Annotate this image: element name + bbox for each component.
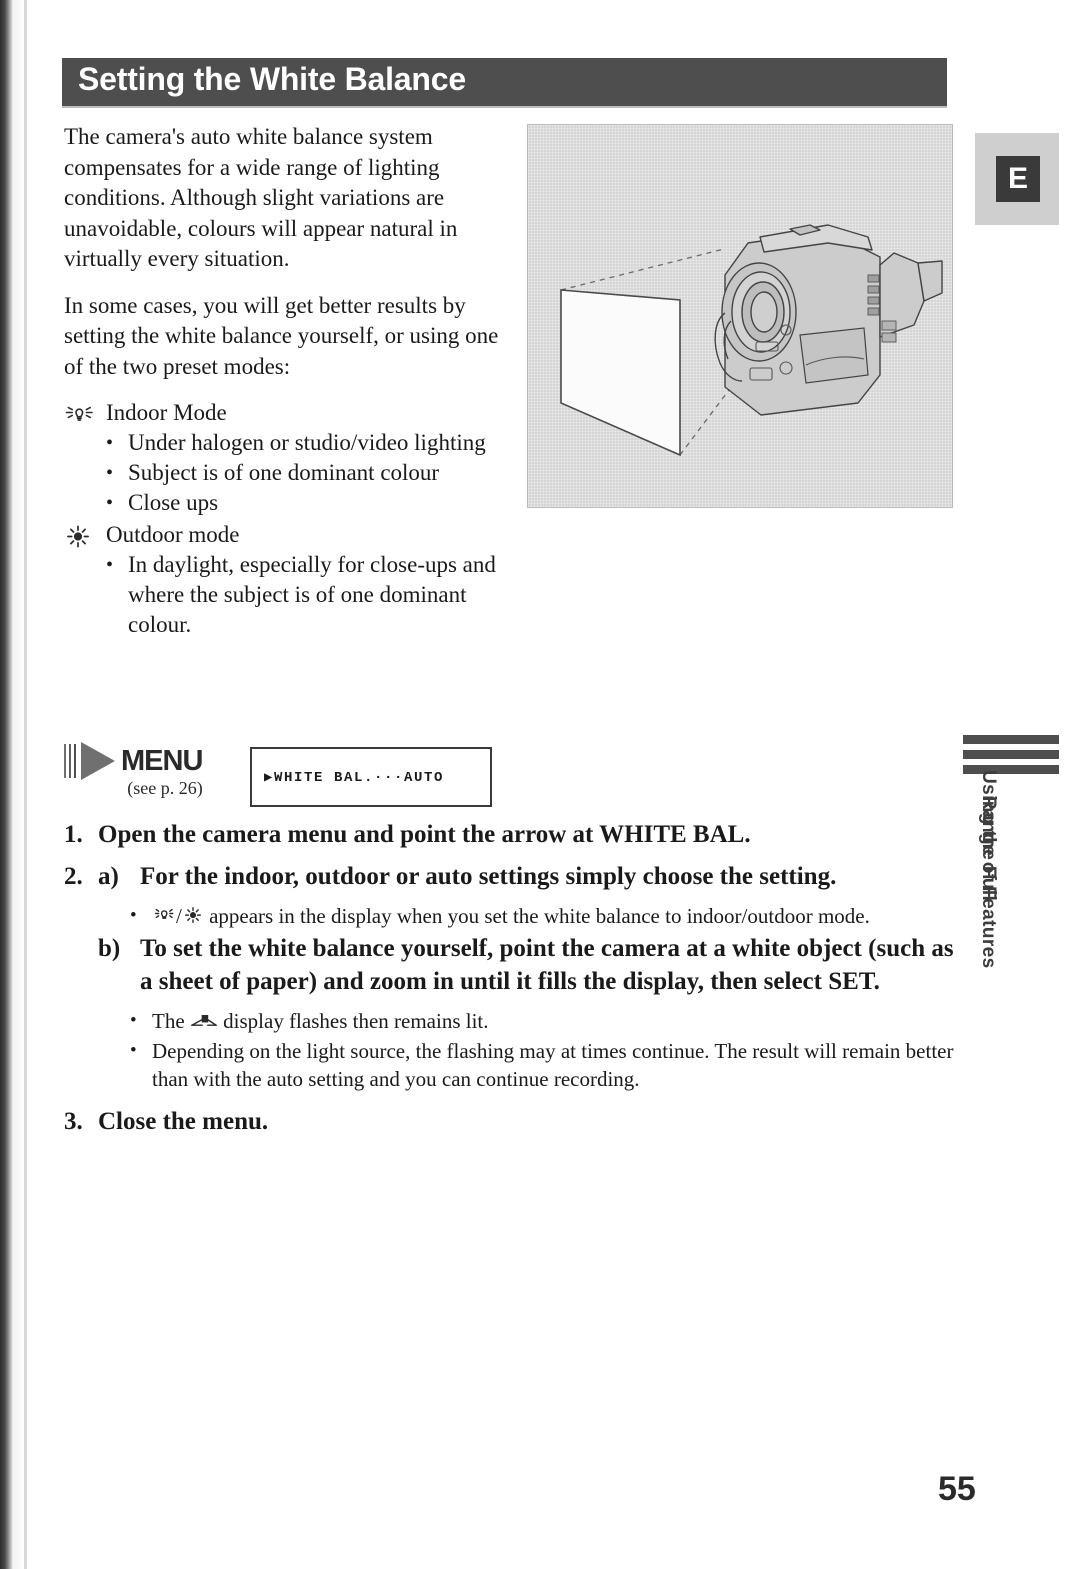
step-2a-note-text: appears in the display when you set the … bbox=[209, 904, 870, 928]
step-2b: b) To set the white balance yourself, po… bbox=[64, 932, 954, 998]
sun-icon bbox=[182, 904, 204, 932]
bullet-glyph: • bbox=[130, 1010, 137, 1031]
side-tab-chapter-label: Using the Full Range of Features bbox=[958, 770, 1018, 1018]
step-1-number: 1. bbox=[64, 821, 83, 848]
side-bar-1 bbox=[963, 735, 1059, 744]
mode-outdoor: Outdoor mode bbox=[64, 520, 510, 550]
play-triangle-icon bbox=[81, 742, 115, 780]
step-1-text: Open the camera menu and point the arrow… bbox=[98, 821, 751, 848]
step-2-number: 2. bbox=[64, 863, 83, 890]
camcorder-illustration bbox=[527, 124, 953, 508]
bullet-glyph: • bbox=[106, 432, 114, 454]
section-header-band: Setting the White Balance bbox=[62, 58, 947, 106]
step-2a-notes: • / appears in the display when you set … bbox=[64, 902, 954, 932]
menu-motion-bars-icon bbox=[64, 744, 79, 778]
language-badge-square: E bbox=[996, 156, 1040, 202]
mode-outdoor-bullets: • In daylight, especially for close-ups … bbox=[64, 550, 510, 640]
bullet-glyph: • bbox=[130, 1040, 137, 1061]
light-bulb-icon bbox=[152, 904, 176, 932]
left-text-column: The camera's auto white balance system c… bbox=[64, 122, 510, 640]
language-badge-label: E bbox=[1007, 162, 1028, 195]
step-3-number: 3. bbox=[64, 1108, 83, 1135]
step-2b-note1-before: The bbox=[152, 1009, 185, 1033]
menu-reference-row: MENU (see p. 26) ▶WHITE BAL.···AUTO bbox=[64, 742, 954, 812]
page-title: Setting the White Balance bbox=[78, 61, 466, 97]
list-item: • The display flashes then remains lit. bbox=[64, 1007, 954, 1037]
mode-outdoor-label: Outdoor mode bbox=[106, 522, 240, 547]
menu-display-text: ▶WHITE BAL.···AUTO bbox=[264, 769, 445, 786]
step-2a-label: a) bbox=[98, 863, 119, 890]
bullet-glyph: • bbox=[106, 462, 114, 484]
list-item: • In daylight, especially for close-ups … bbox=[64, 550, 510, 640]
manual-page: Setting the White Balance The camera's a… bbox=[0, 0, 1080, 1569]
language-badge: E bbox=[975, 133, 1059, 225]
intro-paragraph-2: In some cases, you will get better resul… bbox=[64, 292, 499, 379]
bullet-text: In daylight, especially for close-ups an… bbox=[128, 552, 496, 637]
bullet-text: / appears in the display when you set th… bbox=[152, 902, 954, 932]
step-1: 1. Open the camera menu and point the ar… bbox=[64, 818, 954, 851]
menu-see-page-ref: (see p. 26) bbox=[127, 778, 203, 798]
bullet-text: Subject is of one dominant colour bbox=[128, 460, 440, 485]
page-number: 55 bbox=[938, 1470, 976, 1508]
bullet-text: Close ups bbox=[128, 490, 219, 515]
bullet-text: Depending on the light source, the flash… bbox=[152, 1039, 954, 1091]
mode-indoor: Indoor Mode bbox=[64, 398, 510, 428]
menu-logo-label: MENU bbox=[121, 744, 203, 777]
sun-icon bbox=[64, 520, 106, 549]
instruction-steps: 1. Open the camera menu and point the ar… bbox=[64, 818, 954, 1147]
list-item: • Under halogen or studio/video lighting bbox=[64, 428, 510, 458]
menu-logo: MENU (see p. 26) bbox=[64, 742, 244, 799]
bullet-glyph: • bbox=[106, 554, 114, 576]
side-tab-line-2: Range of Features bbox=[978, 796, 999, 969]
bullet-glyph: • bbox=[106, 492, 114, 514]
step-2b-notes: • The display flashes then remains lit. … bbox=[64, 1007, 954, 1093]
list-item: • Close ups bbox=[64, 488, 510, 518]
preset-modes-list: Indoor Mode • Under halogen or studio/vi… bbox=[64, 398, 510, 640]
bullet-text: The display flashes then remains lit. bbox=[152, 1007, 954, 1037]
intro-paragraph-1: The camera's auto white balance system c… bbox=[64, 124, 458, 271]
list-item: • Depending on the light source, the fla… bbox=[64, 1037, 954, 1093]
step-2b-note1-after: display flashes then remains lit. bbox=[223, 1009, 489, 1033]
list-item: • Subject is of one dominant colour bbox=[64, 458, 510, 488]
side-bar-2 bbox=[963, 750, 1059, 759]
camcorder-drawing bbox=[560, 224, 943, 457]
step-2a-text: For the indoor, outdoor or auto settings… bbox=[140, 863, 837, 890]
step-3: 3. Close the menu. bbox=[64, 1105, 954, 1138]
menu-display-box: ▶WHITE BAL.···AUTO bbox=[250, 747, 492, 807]
list-item: • / appears in the display when you set … bbox=[64, 902, 954, 932]
mode-indoor-label: Indoor Mode bbox=[106, 400, 227, 425]
mode-indoor-bullets: • Under halogen or studio/video lighting… bbox=[64, 428, 510, 518]
bullet-text: Under halogen or studio/video lighting bbox=[128, 430, 486, 455]
step-2b-label: b) bbox=[98, 935, 121, 962]
step-2: 2. a) For the indoor, outdoor or auto se… bbox=[64, 860, 954, 893]
step-3-text: Close the menu. bbox=[98, 1108, 269, 1135]
light-bulb-icon bbox=[64, 398, 106, 427]
white-balance-set-icon bbox=[190, 1009, 218, 1037]
step-2b-text: To set the white balance yourself, point… bbox=[140, 935, 954, 995]
bullet-glyph: • bbox=[130, 905, 137, 926]
